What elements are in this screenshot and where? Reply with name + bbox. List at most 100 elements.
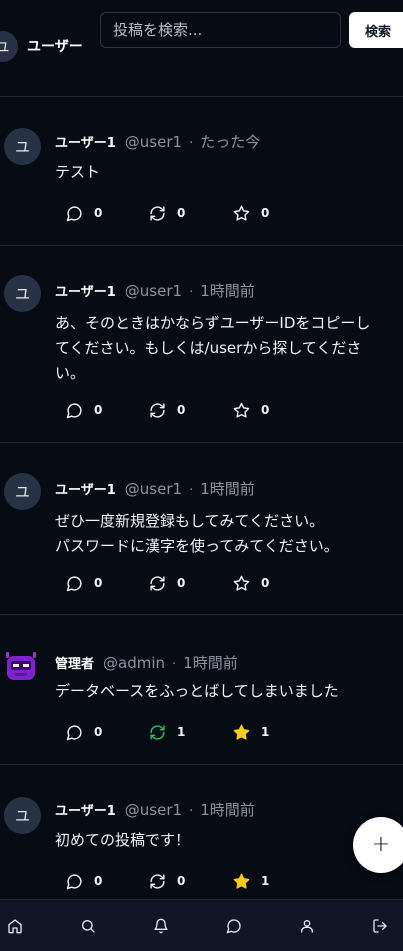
nav-search[interactable]	[79, 917, 97, 935]
post-author-handle[interactable]: @admin	[103, 654, 165, 672]
post-actions: 0 0 1	[66, 871, 366, 891]
nav-messages[interactable]	[225, 917, 243, 935]
message-icon	[226, 919, 241, 934]
reply-icon	[66, 873, 82, 889]
repost-button[interactable]: 0	[149, 871, 185, 891]
like-count: 0	[261, 206, 270, 220]
post-author-handle[interactable]: @user1	[125, 801, 182, 819]
repost-icon	[150, 402, 165, 418]
search-input[interactable]	[100, 12, 341, 48]
repost-button[interactable]: 0	[149, 573, 185, 593]
repost-count: 1	[177, 725, 186, 739]
header-username: ユーザー	[27, 39, 83, 55]
post-meta: ユーザー1 @user1 · たった今	[55, 131, 260, 152]
post[interactable]: ユ ユーザー1 @user1 · 1時間前 ぜひ一度新規登録もしてみてください。…	[0, 443, 403, 615]
like-button[interactable]: 0	[233, 573, 269, 593]
post-time: 1時間前	[200, 801, 255, 819]
repost-count: 0	[177, 403, 186, 417]
like-button[interactable]: 1	[233, 871, 269, 891]
like-button[interactable]: 0	[233, 203, 269, 223]
post-author-name[interactable]: ユーザー1	[55, 800, 116, 819]
post[interactable]: 管理者 @admin · 1時間前 データベースをふっとばしてしまいました 0 …	[0, 615, 403, 765]
reply-button[interactable]: 0	[66, 573, 102, 593]
post-actions: 0 0 0	[66, 573, 366, 593]
post-author-name[interactable]: ユーザー1	[55, 132, 116, 151]
star-icon	[233, 205, 250, 221]
post-meta: ユーザー1 @user1 · 1時間前	[55, 799, 255, 820]
nav-notifications[interactable]	[152, 917, 170, 935]
bottom-nav	[0, 899, 403, 951]
reply-count: 0	[94, 725, 103, 739]
post-text: データベースをふっとばしてしまいました	[55, 682, 339, 700]
like-count: 0	[261, 403, 270, 417]
post-author-handle[interactable]: @user1	[125, 133, 182, 151]
reply-button[interactable]: 0	[66, 400, 102, 420]
meta-separator: ·	[189, 804, 194, 819]
post-author-handle[interactable]: @user1	[125, 480, 182, 498]
post-actions: 0 0 0	[66, 203, 366, 223]
repost-button[interactable]: 0	[149, 203, 185, 223]
meta-separator: ·	[189, 136, 194, 151]
avatar[interactable]: ユ	[4, 473, 41, 510]
post[interactable]: ユ ユーザー1 @user1 · 1時間前 初めての投稿です！ 0 0 1	[0, 765, 403, 915]
reply-count: 0	[94, 874, 103, 888]
avatar[interactable]: ユ	[4, 128, 41, 165]
like-button[interactable]: 1	[233, 722, 269, 742]
post-time: 1時間前	[200, 282, 255, 300]
nav-home[interactable]	[6, 917, 24, 935]
header: ユ ユーザー 検索	[0, 0, 403, 97]
post-text: 初めての投稿です！	[55, 831, 191, 849]
post-text: テスト	[55, 163, 101, 181]
robot-avatar-icon[interactable]	[4, 649, 38, 683]
like-button[interactable]: 0	[233, 400, 269, 420]
repost-icon-active	[150, 724, 165, 740]
meta-separator: ·	[189, 483, 194, 498]
like-count: 1	[261, 874, 270, 888]
nav-logout[interactable]	[371, 917, 389, 935]
repost-button[interactable]: 1	[149, 722, 185, 742]
post-author-name[interactable]: ユーザー1	[55, 479, 116, 498]
post-author-handle[interactable]: @user1	[125, 282, 182, 300]
header-avatar[interactable]: ユ	[0, 31, 18, 62]
star-icon	[233, 575, 250, 591]
repost-button[interactable]: 0	[149, 400, 185, 420]
star-icon	[233, 402, 250, 418]
new-post-button[interactable]: +	[353, 817, 403, 873]
reply-button[interactable]: 0	[66, 722, 102, 742]
bell-icon	[154, 918, 168, 934]
reply-icon	[66, 575, 82, 591]
logout-icon	[373, 919, 387, 933]
reply-button[interactable]: 0	[66, 871, 102, 891]
avatar[interactable]: ユ	[4, 275, 41, 312]
repost-count: 0	[177, 576, 186, 590]
post-meta: ユーザー1 @user1 · 1時間前	[55, 478, 255, 499]
meta-separator: ·	[189, 285, 194, 300]
post-author-name[interactable]: 管理者	[55, 653, 94, 672]
post-time: 1時間前	[200, 480, 255, 498]
star-icon-filled	[233, 724, 250, 740]
post[interactable]: ユ ユーザー1 @user1 · たった今 テスト 0 0 0	[0, 97, 403, 246]
nav-profile[interactable]	[298, 917, 316, 935]
reply-icon	[66, 205, 82, 221]
repost-icon	[150, 205, 165, 221]
reply-icon	[66, 402, 82, 418]
search-button[interactable]: 検索	[349, 12, 403, 48]
repost-icon	[150, 873, 165, 889]
post-time: 1時間前	[183, 654, 238, 672]
post-text: ぜひ一度新規登録もしてみてください。 パスワードに漢字を使ってみてください。	[55, 512, 339, 555]
reply-button[interactable]: 0	[66, 203, 102, 223]
repost-count: 0	[177, 206, 186, 220]
post-author-name[interactable]: ユーザー1	[55, 281, 116, 300]
post[interactable]: ユ ユーザー1 @user1 · 1時間前 あ、そのときはかならずユーザーIDを…	[0, 246, 403, 443]
reply-count: 0	[94, 576, 103, 590]
star-icon-filled	[233, 873, 250, 889]
reply-count: 0	[94, 403, 103, 417]
repost-icon	[150, 575, 165, 591]
home-icon	[8, 919, 22, 934]
post-actions: 0 0 0	[66, 400, 366, 420]
meta-separator: ·	[172, 657, 177, 672]
like-count: 1	[261, 725, 270, 739]
avatar[interactable]: ユ	[4, 797, 41, 834]
search-icon	[82, 920, 95, 933]
post-actions: 0 1 1	[66, 722, 366, 742]
